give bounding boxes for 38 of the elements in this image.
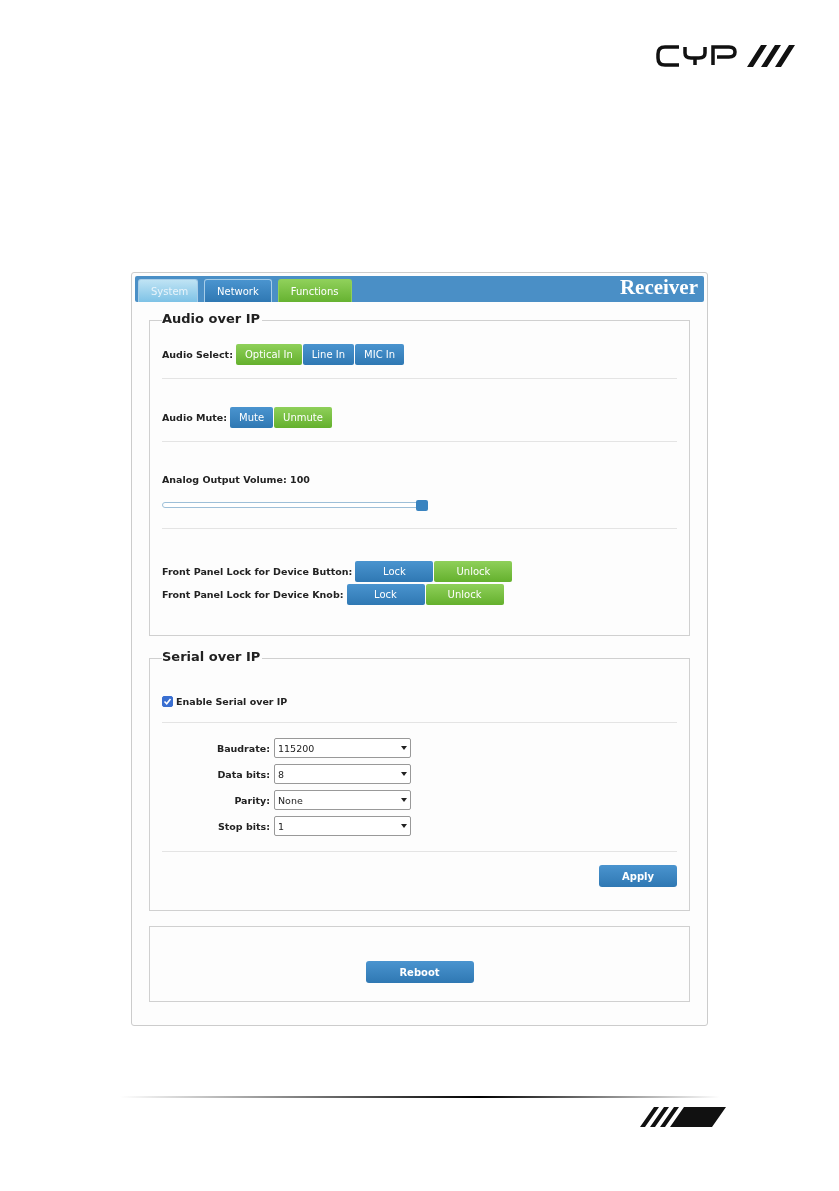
- field-label: Audio Select:: [162, 349, 233, 360]
- checkbox-label: Enable Serial over IP: [176, 696, 288, 707]
- option-button[interactable]: Lock: [346, 584, 425, 605]
- checkbox[interactable]: [162, 696, 173, 707]
- dropdown[interactable]: 8: [274, 764, 411, 784]
- field-label: Audio Mute:: [162, 412, 227, 423]
- caret-icon: [401, 798, 407, 802]
- caret-icon: [401, 746, 407, 750]
- tab[interactable]: Functions: [277, 279, 352, 302]
- caret-icon: [401, 772, 407, 776]
- field-label: Front Panel Lock for Device Button:: [162, 566, 353, 577]
- slider-thumb[interactable]: [416, 500, 428, 511]
- option-button[interactable]: Unlock: [434, 561, 513, 582]
- option-button[interactable]: MIC In: [355, 344, 405, 365]
- field-label: Baudrate:: [215, 742, 270, 754]
- option-button[interactable]: Mute: [230, 407, 274, 428]
- tab[interactable]: Network: [204, 279, 272, 302]
- field-label: Data bits:: [216, 768, 270, 780]
- option-button[interactable]: Unlock: [425, 584, 504, 605]
- volume-label: Analog Output Volume: 100: [162, 474, 311, 485]
- option-button[interactable]: Optical In: [235, 344, 302, 365]
- page-title: Receiver: [619, 275, 699, 301]
- volume-slider[interactable]: [162, 500, 428, 511]
- reboot-button[interactable]: Reboot: [365, 961, 474, 983]
- field-label: Parity:: [233, 794, 270, 806]
- stripes-icon: [640, 1106, 726, 1127]
- apply-button[interactable]: Apply: [599, 865, 677, 887]
- section-legend: Serial over IP: [162, 649, 263, 664]
- field-label: Front Panel Lock for Device Knob:: [162, 589, 344, 600]
- option-button[interactable]: Line In: [302, 344, 355, 365]
- option-button[interactable]: Unmute: [274, 407, 332, 428]
- caret-icon: [401, 824, 407, 828]
- field-label: Stop bits:: [216, 820, 270, 832]
- option-button[interactable]: Lock: [355, 561, 434, 582]
- dropdown[interactable]: 1: [274, 816, 411, 836]
- dropdown[interactable]: None: [274, 790, 411, 810]
- dropdown[interactable]: 115200: [274, 738, 411, 758]
- section-legend: Audio over IP: [162, 311, 263, 326]
